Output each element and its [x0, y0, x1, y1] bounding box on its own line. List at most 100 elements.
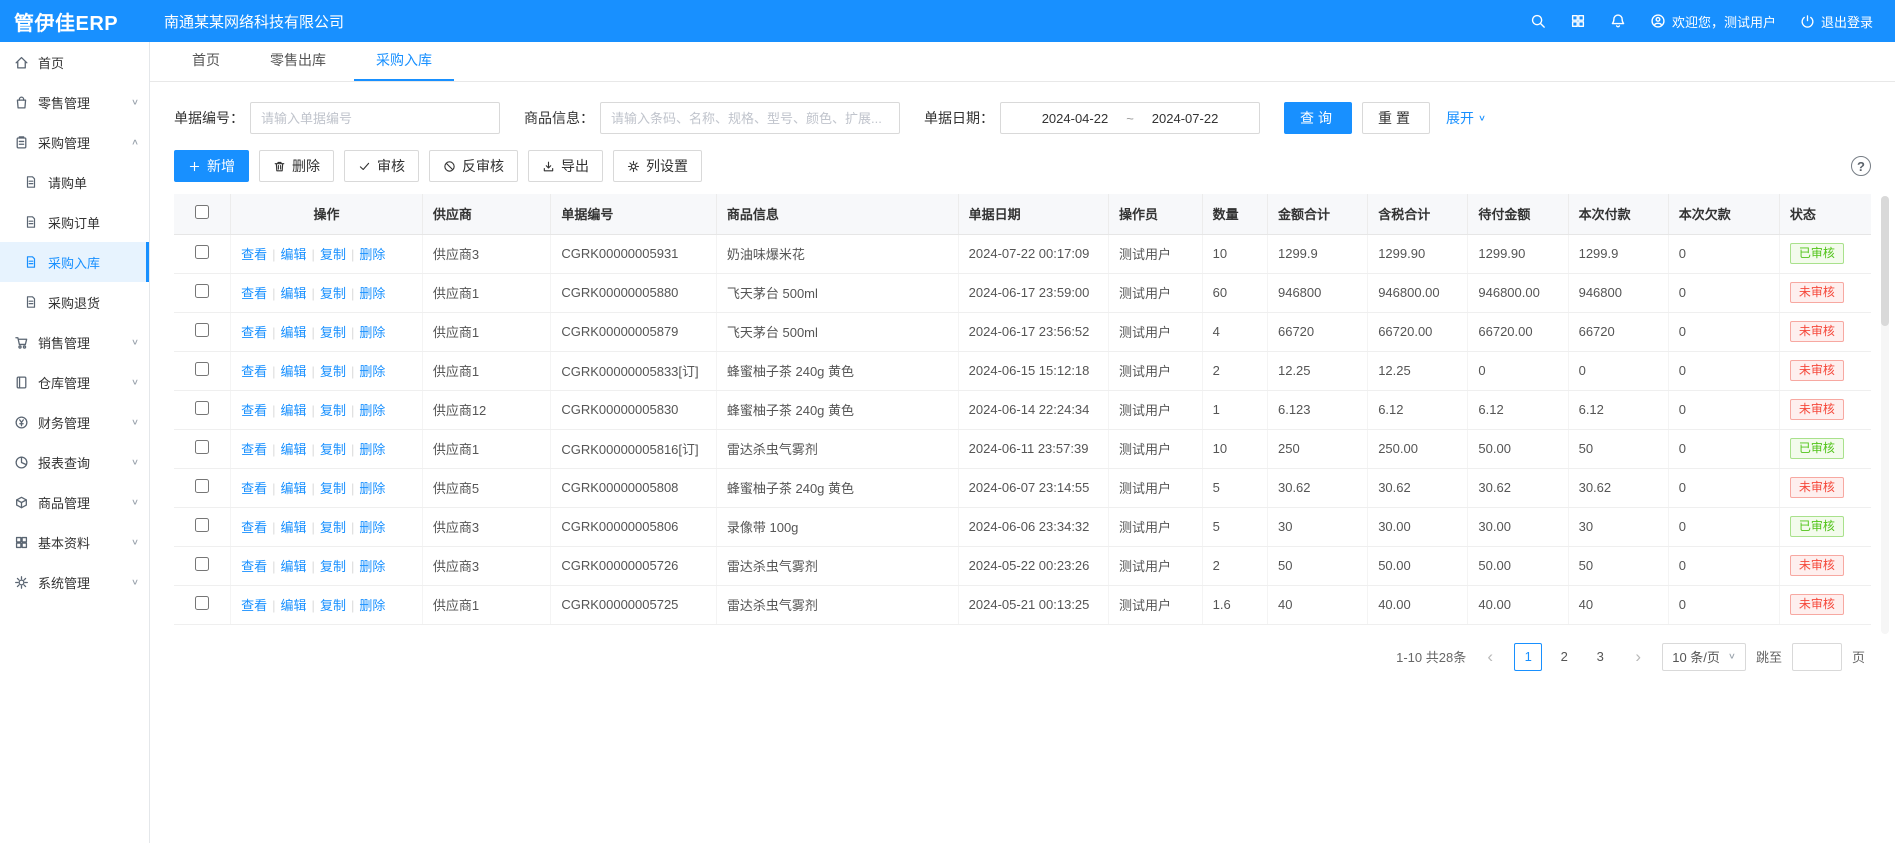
- user-menu[interactable]: 欢迎您，测试用户: [1650, 12, 1776, 31]
- bell-icon[interactable]: [1610, 13, 1626, 29]
- row-action-edit[interactable]: 编辑: [281, 442, 307, 457]
- sidebar-item-system[interactable]: 系统管理 ∨: [0, 562, 149, 602]
- row-checkbox[interactable]: [195, 596, 209, 610]
- tab-retail-outbound[interactable]: 零售出库: [248, 42, 348, 81]
- column-settings-button[interactable]: 列设置: [613, 150, 702, 182]
- row-checkbox[interactable]: [195, 557, 209, 571]
- row-action-delete[interactable]: 删除: [359, 325, 385, 340]
- row-action-delete[interactable]: 删除: [359, 247, 385, 262]
- row-action-view[interactable]: 查看: [241, 442, 267, 457]
- tab-purchase-inbound[interactable]: 采购入库: [354, 42, 454, 81]
- row-action-delete[interactable]: 删除: [359, 559, 385, 574]
- row-action-delete[interactable]: 删除: [359, 598, 385, 613]
- sidebar-item-finance[interactable]: 财务管理 ∨: [0, 402, 149, 442]
- cell-operator: 测试用户: [1108, 390, 1202, 429]
- sidebar-item-purchase[interactable]: 采购管理 ∧: [0, 122, 149, 162]
- row-action-edit[interactable]: 编辑: [281, 286, 307, 301]
- row-action-edit[interactable]: 编辑: [281, 325, 307, 340]
- row-action-edit[interactable]: 编辑: [281, 481, 307, 496]
- row-action-copy[interactable]: 复制: [320, 442, 346, 457]
- sidebar-item-basic-data[interactable]: 基本资料 ∨: [0, 522, 149, 562]
- row-checkbox[interactable]: [195, 362, 209, 376]
- row-action-view[interactable]: 查看: [241, 559, 267, 574]
- row-action-edit[interactable]: 编辑: [281, 403, 307, 418]
- row-checkbox[interactable]: [195, 245, 209, 259]
- row-action-view[interactable]: 查看: [241, 481, 267, 496]
- row-checkbox[interactable]: [195, 518, 209, 532]
- row-action-copy[interactable]: 复制: [320, 325, 346, 340]
- row-action-delete[interactable]: 删除: [359, 520, 385, 535]
- sidebar-item-purchase-return[interactable]: 采购退货: [0, 282, 149, 322]
- row-action-view[interactable]: 查看: [241, 520, 267, 535]
- date-end[interactable]: 2024-07-22: [1152, 111, 1219, 126]
- search-button[interactable]: 查询: [1284, 102, 1352, 134]
- sidebar-item-retail[interactable]: 零售管理 ∨: [0, 82, 149, 122]
- sidebar-item-purchase-request[interactable]: 请购单: [0, 162, 149, 202]
- row-action-copy[interactable]: 复制: [320, 403, 346, 418]
- search-icon[interactable]: [1530, 13, 1546, 29]
- sidebar-item-sales[interactable]: 销售管理 ∨: [0, 322, 149, 362]
- row-action-edit[interactable]: 编辑: [281, 364, 307, 379]
- product-info-input[interactable]: [600, 102, 900, 134]
- row-action-copy[interactable]: 复制: [320, 520, 346, 535]
- row-action-copy[interactable]: 复制: [320, 559, 346, 574]
- row-action-view[interactable]: 查看: [241, 325, 267, 340]
- delete-button[interactable]: 删除: [259, 150, 334, 182]
- tab-home[interactable]: 首页: [170, 42, 242, 81]
- cell-doc-no: CGRK00000005725: [551, 585, 717, 624]
- row-action-edit[interactable]: 编辑: [281, 559, 307, 574]
- date-range-picker[interactable]: 2024-04-22 ~ 2024-07-22: [1000, 102, 1260, 134]
- row-action-delete[interactable]: 删除: [359, 403, 385, 418]
- row-checkbox[interactable]: [195, 440, 209, 454]
- row-action-copy[interactable]: 复制: [320, 481, 346, 496]
- row-action-edit[interactable]: 编辑: [281, 520, 307, 535]
- row-checkbox[interactable]: [195, 479, 209, 493]
- row-action-copy[interactable]: 复制: [320, 286, 346, 301]
- row-action-edit[interactable]: 编辑: [281, 598, 307, 613]
- doc-no-input[interactable]: [250, 102, 500, 134]
- row-action-view[interactable]: 查看: [241, 403, 267, 418]
- logout-button[interactable]: 退出登录: [1800, 12, 1873, 31]
- apps-icon[interactable]: [1570, 13, 1586, 29]
- row-action-view[interactable]: 查看: [241, 247, 267, 262]
- page-button[interactable]: 1: [1514, 643, 1542, 671]
- next-page-button[interactable]: ›: [1624, 643, 1652, 671]
- sidebar-item-home[interactable]: 首页: [0, 42, 149, 82]
- scrollbar-thumb[interactable]: [1881, 196, 1889, 326]
- row-action-copy[interactable]: 复制: [320, 598, 346, 613]
- add-button[interactable]: 新增: [174, 150, 249, 182]
- table-scrollbar[interactable]: [1881, 196, 1889, 634]
- row-action-delete[interactable]: 删除: [359, 286, 385, 301]
- page-size-select[interactable]: 10 条/页 ∨: [1662, 643, 1746, 671]
- sidebar-item-reports[interactable]: 报表查询 ∨: [0, 442, 149, 482]
- sidebar-item-goods[interactable]: 商品管理 ∨: [0, 482, 149, 522]
- unaudit-button[interactable]: 反审核: [429, 150, 518, 182]
- row-action-view[interactable]: 查看: [241, 364, 267, 379]
- row-action-copy[interactable]: 复制: [320, 364, 346, 379]
- sidebar-item-warehouse[interactable]: 仓库管理 ∨: [0, 362, 149, 402]
- audit-button[interactable]: 审核: [344, 150, 419, 182]
- row-action-edit[interactable]: 编辑: [281, 247, 307, 262]
- sidebar-item-purchase-order[interactable]: 采购订单: [0, 202, 149, 242]
- row-checkbox[interactable]: [195, 323, 209, 337]
- page-button[interactable]: 2: [1550, 643, 1578, 671]
- row-action-view[interactable]: 查看: [241, 598, 267, 613]
- row-action-delete[interactable]: 删除: [359, 442, 385, 457]
- unaudit-button-label: 反审核: [462, 156, 504, 176]
- row-action-delete[interactable]: 删除: [359, 364, 385, 379]
- export-button[interactable]: 导出: [528, 150, 603, 182]
- date-start[interactable]: 2024-04-22: [1042, 111, 1109, 126]
- sidebar-item-purchase-inbound[interactable]: 采购入库: [0, 242, 149, 282]
- expand-link[interactable]: 展开 ∨: [1446, 108, 1486, 128]
- page-button[interactable]: 3: [1586, 643, 1614, 671]
- prev-page-button[interactable]: ‹: [1476, 643, 1504, 671]
- row-action-copy[interactable]: 复制: [320, 247, 346, 262]
- row-action-view[interactable]: 查看: [241, 286, 267, 301]
- row-checkbox[interactable]: [195, 284, 209, 298]
- jump-page-input[interactable]: [1792, 643, 1842, 671]
- select-all-checkbox[interactable]: [195, 205, 209, 219]
- reset-button[interactable]: 重置: [1362, 102, 1430, 134]
- row-action-delete[interactable]: 删除: [359, 481, 385, 496]
- help-icon[interactable]: ?: [1851, 156, 1871, 176]
- row-checkbox[interactable]: [195, 401, 209, 415]
